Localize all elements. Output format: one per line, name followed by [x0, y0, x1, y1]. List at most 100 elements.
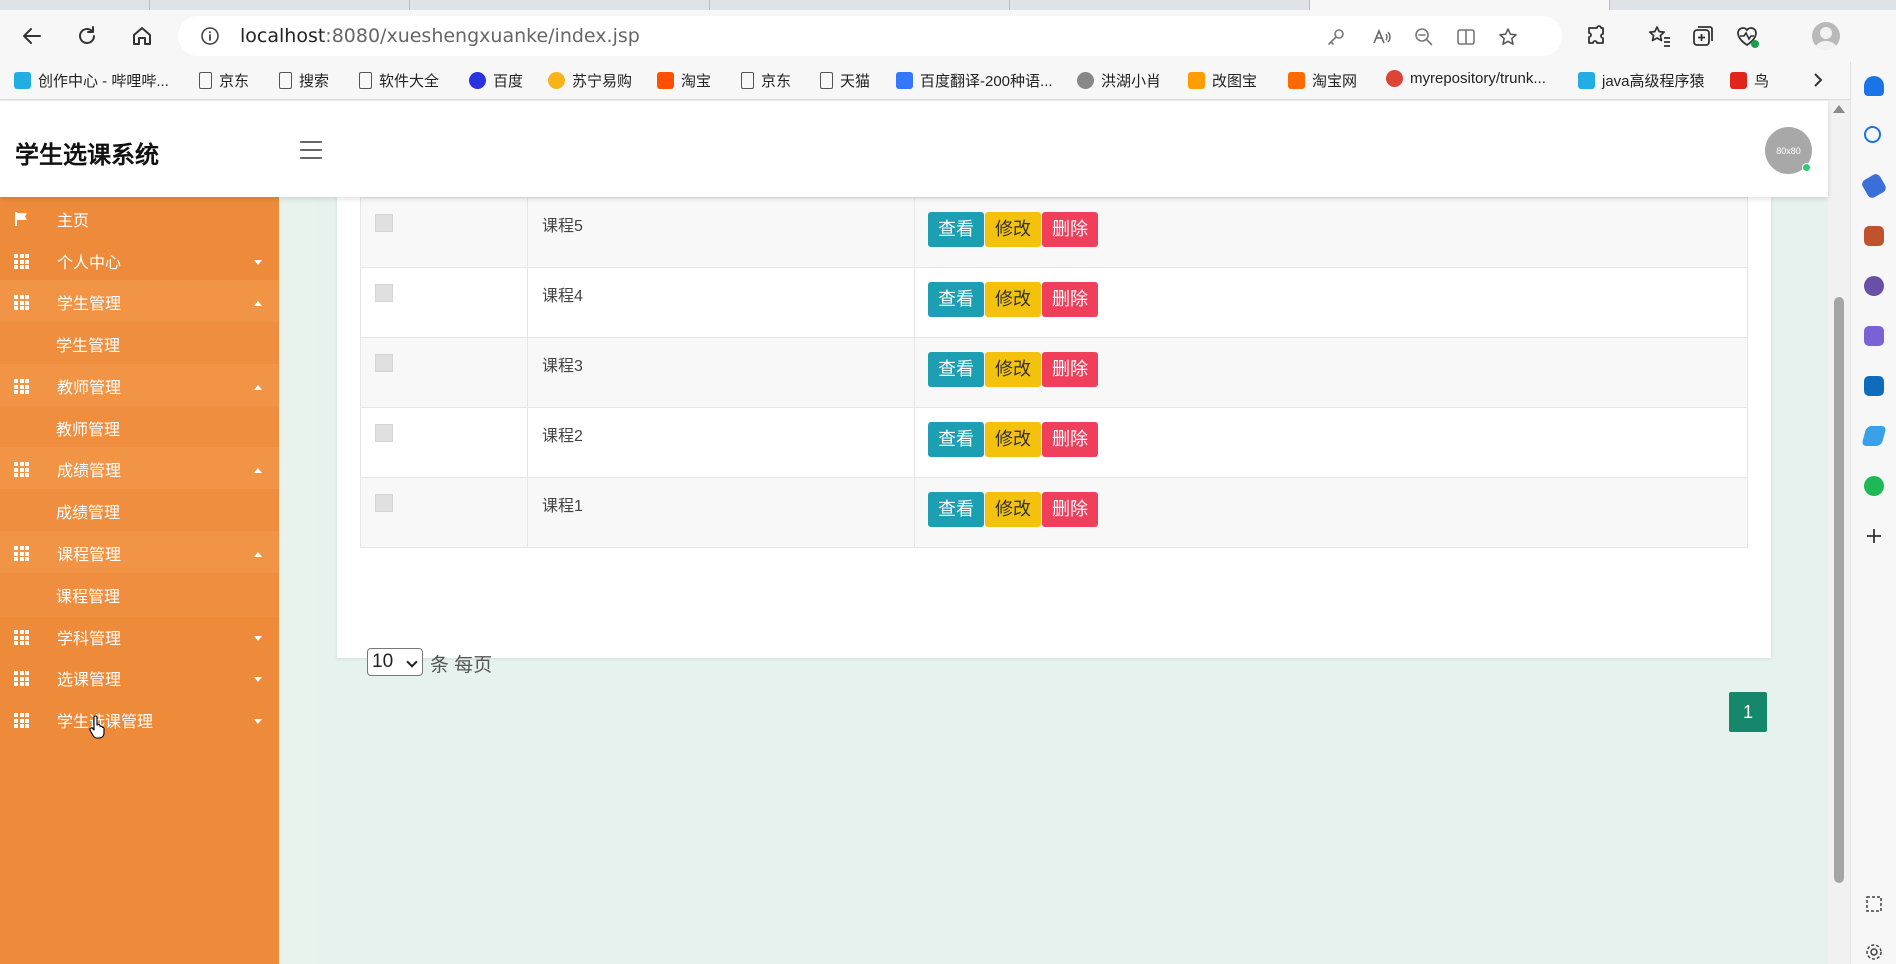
baidu-translate-icon — [896, 72, 913, 89]
caret-down-icon — [254, 260, 262, 265]
browser-tab[interactable] — [1010, 0, 1310, 10]
scroll-up-arrow-icon[interactable] — [1833, 105, 1845, 113]
scrollbar-thumb[interactable] — [1834, 297, 1844, 883]
bookmark-item[interactable]: 苏宁易购 — [548, 70, 632, 91]
bookmark-label: 天猫 — [840, 73, 871, 90]
search-icon[interactable] — [1864, 126, 1881, 143]
microsoft-365-icon[interactable] — [1864, 326, 1884, 346]
edit-button[interactable]: 修改 — [985, 352, 1041, 387]
zoom-out-icon[interactable] — [1414, 27, 1434, 47]
bookmark-item[interactable]: 京东 — [741, 70, 791, 91]
settings-gear-icon[interactable] — [1864, 942, 1884, 962]
sidebar-item[interactable]: 个人中心 — [0, 239, 279, 283]
view-button[interactable]: 查看 — [928, 422, 984, 457]
browser-tab-active[interactable] — [1310, 0, 1610, 10]
key-icon[interactable] — [1326, 27, 1346, 47]
add-icon[interactable] — [1864, 526, 1884, 546]
delete-button[interactable]: 删除 — [1042, 422, 1098, 457]
hamburger-menu-icon[interactable] — [300, 141, 322, 159]
address-bar[interactable]: localhost:8080/xueshengxuanke/index.jsp — [178, 16, 1562, 56]
pagination-page-button[interactable]: 1 — [1729, 692, 1767, 732]
bookmark-item[interactable]: java高级程序猿 — [1578, 70, 1705, 91]
outlook-icon[interactable] — [1864, 376, 1884, 396]
bookmark-item[interactable]: myrepository/trunk... — [1386, 70, 1546, 87]
bookmark-item[interactable]: 百度翻译-200种语... — [896, 70, 1053, 91]
read-aloud-icon[interactable] — [1372, 27, 1392, 47]
edit-button[interactable]: 修改 — [985, 282, 1041, 317]
notification-bell-icon[interactable] — [1864, 76, 1884, 96]
bookmark-label: 洪湖小肖 — [1101, 73, 1162, 90]
favorite-star-icon[interactable] — [1498, 27, 1518, 47]
edit-button[interactable]: 修改 — [985, 212, 1041, 247]
delete-button[interactable]: 删除 — [1042, 492, 1098, 527]
page-scrollbar[interactable] — [1828, 101, 1850, 964]
browser-tab[interactable] — [410, 0, 710, 10]
row-checkbox[interactable] — [375, 354, 393, 372]
page-size-select[interactable]: 10 — [367, 648, 423, 676]
edit-button[interactable]: 修改 — [985, 422, 1041, 457]
bookmark-item[interactable]: 软件大全 — [359, 70, 439, 91]
bookmark-item[interactable]: 淘宝网 — [1288, 70, 1357, 91]
view-button[interactable]: 查看 — [928, 352, 984, 387]
sidebar-item[interactable]: 学生管理 — [0, 280, 279, 324]
bookmark-item[interactable]: 天猫 — [820, 70, 870, 91]
view-button[interactable]: 查看 — [928, 212, 984, 247]
sidebar-subitem[interactable]: 学生管理 — [0, 322, 279, 366]
sidebar-item[interactable]: 选课管理 — [0, 656, 279, 700]
toolbox-icon[interactable] — [1864, 226, 1884, 246]
collections-icon[interactable] — [1690, 23, 1716, 49]
sidebar-subitem[interactable]: 教师管理 — [0, 406, 279, 450]
view-button[interactable]: 查看 — [928, 282, 984, 317]
extensions-icon[interactable] — [1584, 23, 1610, 49]
delete-button[interactable]: 删除 — [1042, 352, 1098, 387]
row-checkbox[interactable] — [375, 284, 393, 302]
split-screen-icon[interactable] — [1456, 27, 1476, 47]
send-icon[interactable] — [1861, 426, 1887, 446]
sidebar-item[interactable]: 成绩管理 — [0, 447, 279, 491]
browser-profile-avatar[interactable] — [1812, 22, 1840, 50]
home-button[interactable] — [128, 22, 156, 50]
delete-button[interactable]: 删除 — [1042, 282, 1098, 317]
edit-button[interactable]: 修改 — [985, 492, 1041, 527]
sidebar-item-home[interactable]: 主页 — [0, 197, 279, 241]
bookmark-item[interactable]: 搜索 — [279, 70, 329, 91]
reload-button[interactable] — [73, 22, 101, 50]
sidebar-item[interactable]: 课程管理 — [0, 531, 279, 575]
browser-tab[interactable] — [150, 0, 410, 10]
back-button[interactable] — [18, 22, 46, 50]
page-icon — [741, 72, 754, 89]
games-icon[interactable] — [1864, 276, 1884, 296]
bookmark-item[interactable]: 京东 — [199, 70, 249, 91]
browser-tab[interactable] — [710, 0, 1010, 10]
screenshot-icon[interactable] — [1864, 894, 1884, 914]
app-title: 学生选课系统 — [15, 141, 159, 169]
bookmark-item[interactable]: 创作中心 - 哔哩哔... — [14, 70, 169, 91]
sidebar-item[interactable]: 学科管理 — [0, 615, 279, 659]
chevron-right-icon[interactable] — [1810, 72, 1826, 88]
browser-essentials-icon[interactable] — [1734, 23, 1760, 49]
bookmark-item[interactable]: 百度 — [469, 70, 523, 91]
info-icon[interactable] — [200, 26, 220, 46]
course-name-cell: 课程4 — [527, 267, 915, 338]
grid-icon — [14, 671, 29, 686]
browser-tab[interactable] — [0, 0, 150, 10]
row-checkbox[interactable] — [375, 424, 393, 442]
bookmark-item[interactable]: 改图宝 — [1188, 70, 1257, 91]
sidebar-item[interactable]: 学生选课管理 — [0, 698, 279, 742]
row-checkbox[interactable] — [375, 494, 393, 512]
chrome-icon — [1386, 70, 1403, 87]
bookmark-item[interactable]: 淘宝 — [657, 70, 711, 91]
row-checkbox[interactable] — [375, 214, 393, 232]
favorites-icon[interactable] — [1646, 23, 1672, 49]
bookmark-item[interactable]: 鸟 — [1730, 70, 1769, 91]
sidebar-item-label: 学生管理 — [56, 338, 121, 355]
shopping-tag-icon[interactable] — [1860, 172, 1888, 200]
bookmark-item[interactable]: 洪湖小肖 — [1077, 70, 1161, 91]
delete-button[interactable]: 删除 — [1042, 212, 1098, 247]
sidebar-subitem[interactable]: 课程管理 — [0, 573, 279, 617]
view-button[interactable]: 查看 — [928, 492, 984, 527]
spotify-icon[interactable] — [1864, 476, 1884, 496]
sidebar-subitem[interactable]: 成绩管理 — [0, 489, 279, 533]
sidebar-item-label: 学生管理 — [57, 296, 122, 313]
sidebar-item[interactable]: 教师管理 — [0, 364, 279, 408]
